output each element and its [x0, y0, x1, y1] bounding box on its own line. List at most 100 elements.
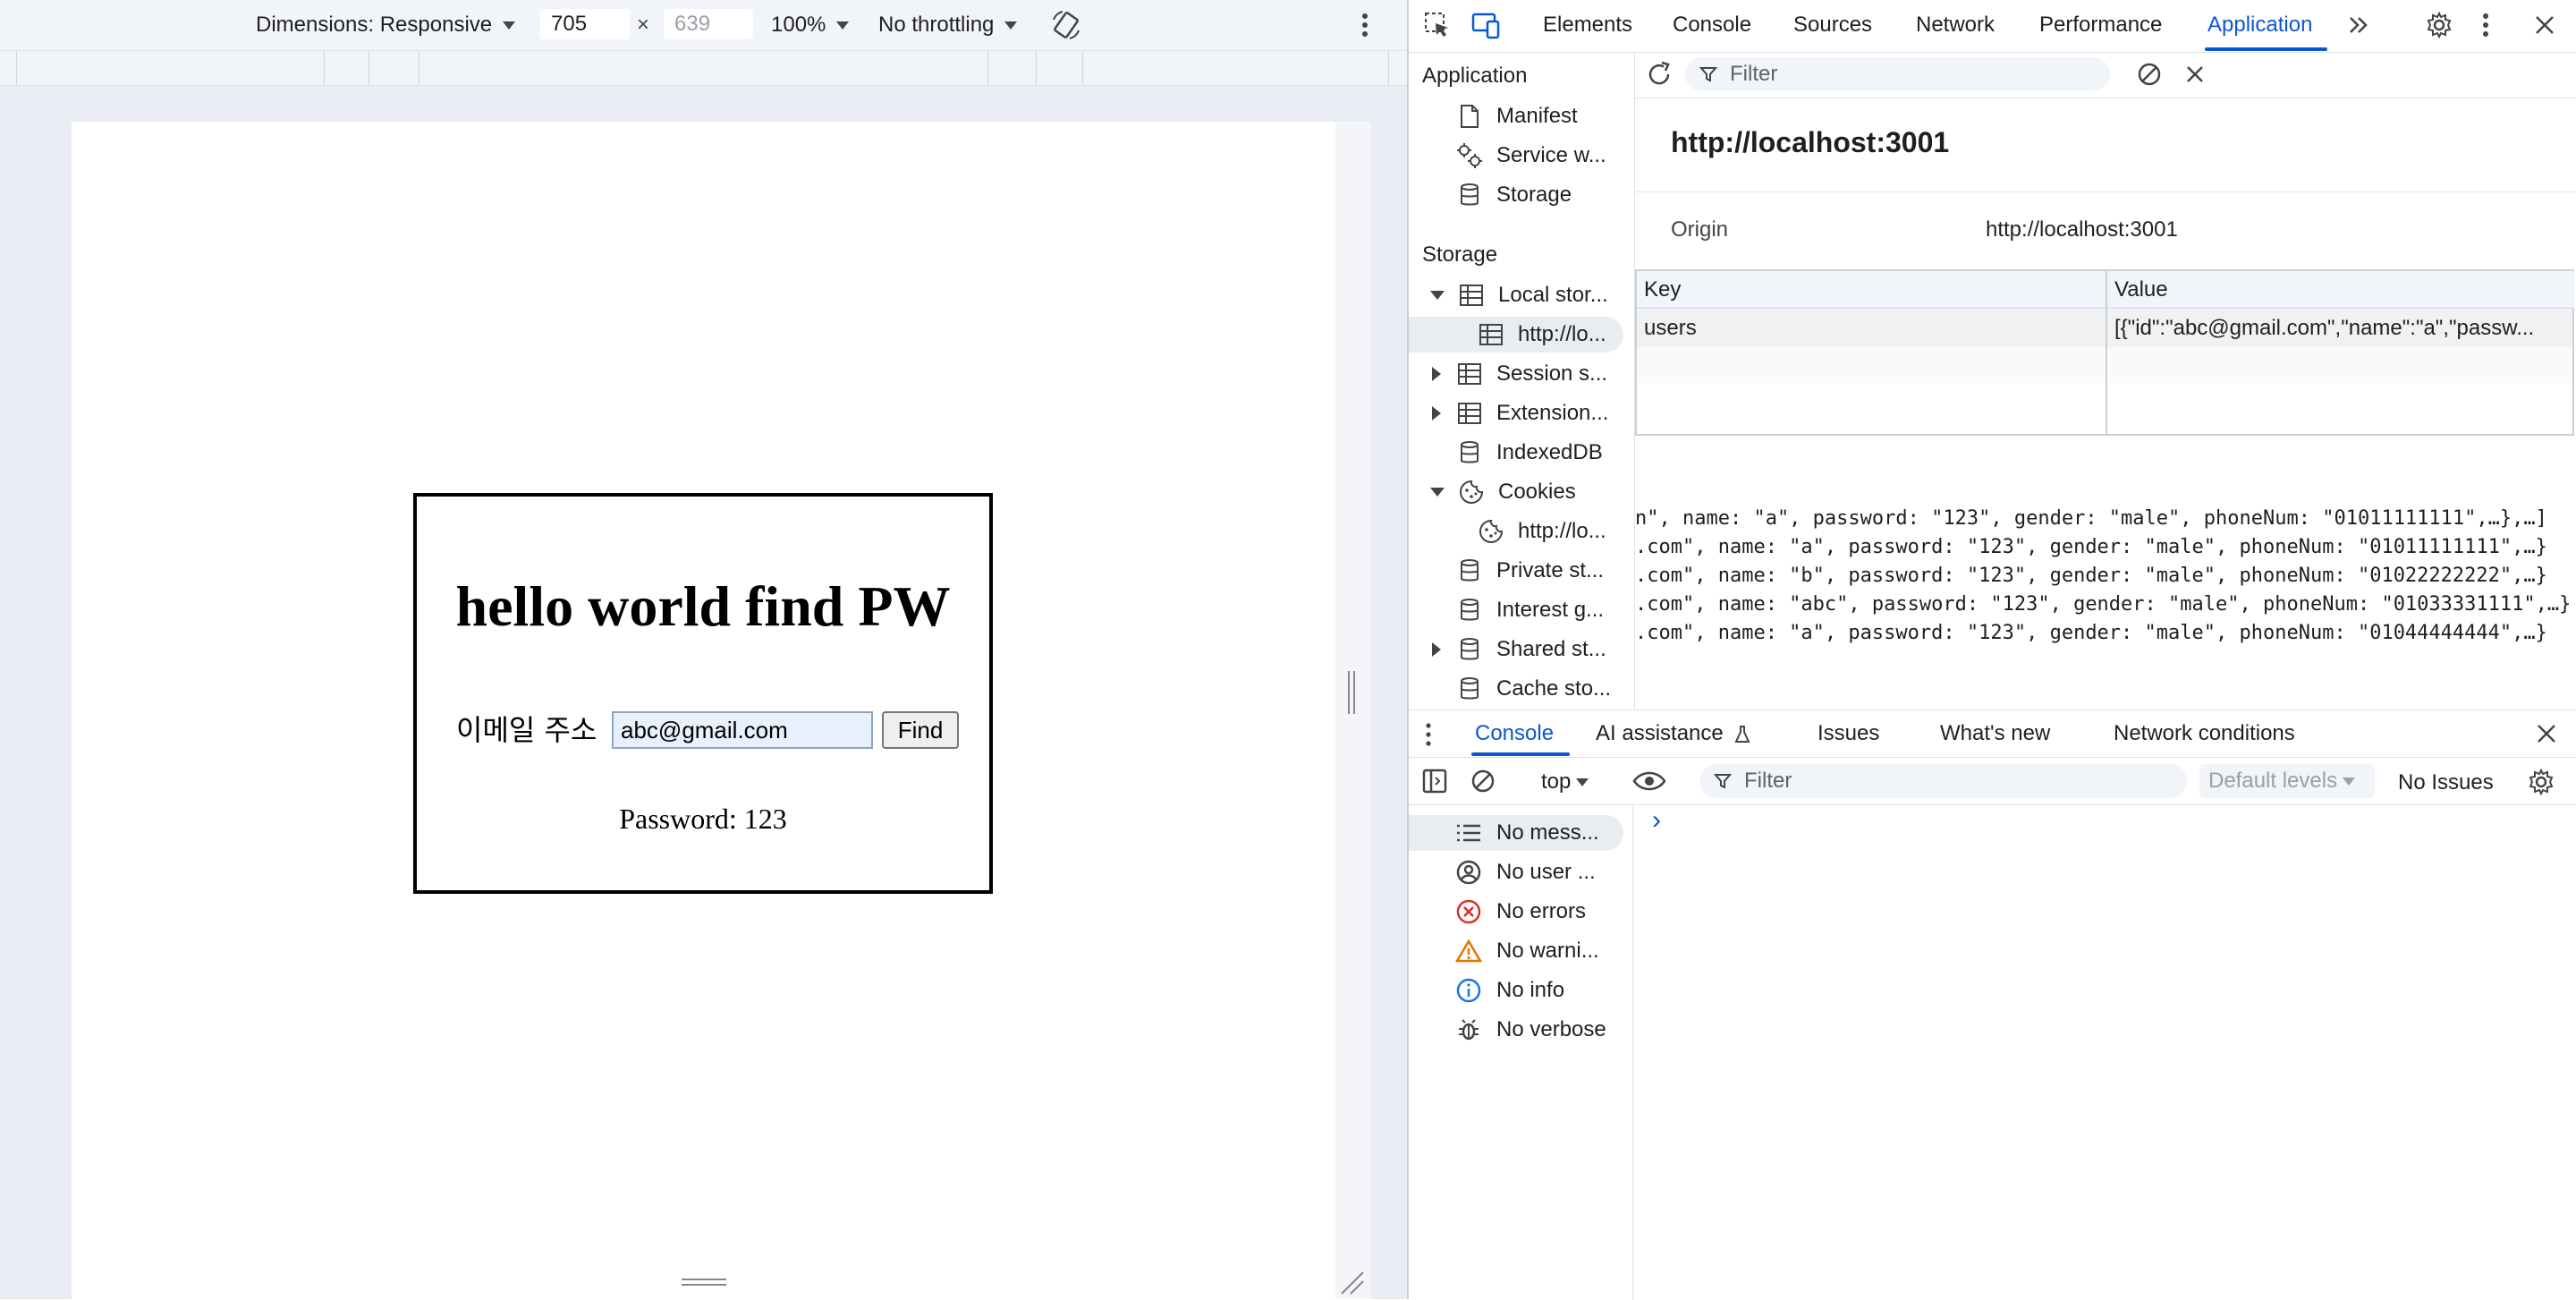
- drawer-tab-whats-new[interactable]: What's new: [1940, 721, 2050, 746]
- more-options-icon[interactable]: [1358, 11, 1372, 39]
- tab-console[interactable]: Console: [1673, 13, 1751, 38]
- console-prompt[interactable]: ›: [1652, 805, 1661, 836]
- expand-triangle-icon[interactable]: [1432, 642, 1441, 657]
- application-sidebar: Application Manifest Service w... Storag…: [1409, 53, 1635, 709]
- tab-network[interactable]: Network: [1916, 13, 1995, 38]
- drawer-tab-console[interactable]: Console: [1475, 721, 1554, 746]
- table-icon: [1477, 320, 1505, 349]
- zoom-dropdown[interactable]: 100%: [771, 12, 850, 38]
- chevron-down-icon: [503, 21, 516, 30]
- console-sidebar: No mess... No user ... No errors No warn…: [1409, 805, 1633, 1300]
- column-header-value[interactable]: Value: [2107, 271, 2574, 309]
- tab-elements[interactable]: Elements: [1543, 13, 1632, 38]
- customize-menu-icon[interactable]: [2479, 11, 2493, 39]
- resize-handle-bottom-icon[interactable]: [680, 1276, 728, 1288]
- console-filter-errors[interactable]: No errors: [1409, 894, 1623, 930]
- console-filter-verbose[interactable]: No verbose: [1409, 1012, 1623, 1048]
- sidebar-item-label: Cache sto...: [1496, 676, 1612, 701]
- tab-application[interactable]: Application: [2207, 13, 2312, 38]
- clear-console-icon[interactable]: [1470, 768, 1496, 794]
- more-tabs-icon[interactable]: [2346, 13, 2371, 38]
- expand-triangle-icon[interactable]: [1430, 291, 1445, 300]
- console-settings-gear-icon[interactable]: [2527, 768, 2555, 796]
- console-filter-messages[interactable]: No mess...: [1409, 815, 1623, 851]
- sidebar-item-interest-groups[interactable]: Interest g...: [1455, 592, 1604, 628]
- drawer-tab-network-conditions[interactable]: Network conditions: [2114, 721, 2295, 746]
- gears-icon: [1455, 141, 1484, 170]
- table-cell-value[interactable]: [{"id":"abc@gmail.com","name":"a","passw…: [2107, 310, 2572, 347]
- console-filter-warnings[interactable]: No warni...: [1409, 933, 1623, 969]
- sidebar-item-session-storage[interactable]: Session s...: [1430, 356, 1607, 392]
- sidebar-item-cookies-origin[interactable]: http://lo...: [1477, 514, 1606, 549]
- context-selector[interactable]: top: [1541, 769, 1589, 794]
- console-filter-input[interactable]: Filter: [1699, 764, 2187, 798]
- tab-sources[interactable]: Sources: [1793, 13, 1872, 38]
- drawer-tab-ai-assistance[interactable]: AI assistance: [1596, 721, 1750, 746]
- expand-triangle-icon[interactable]: [1430, 488, 1445, 497]
- expand-triangle-icon[interactable]: [1432, 406, 1441, 421]
- origin-value: http://localhost:3001: [1986, 217, 2178, 242]
- viewport-width-input[interactable]: 705: [540, 9, 630, 39]
- issues-count[interactable]: No Issues: [2398, 770, 2494, 795]
- storage-filter-input[interactable]: Filter: [1685, 57, 2110, 91]
- sidebar-item-local-storage[interactable]: Local stor...: [1430, 277, 1608, 313]
- resize-corner-icon[interactable]: [1338, 1270, 1365, 1296]
- delete-selected-icon[interactable]: [2182, 62, 2207, 87]
- console-filter-user-messages[interactable]: No user ...: [1409, 854, 1623, 890]
- live-expression-eye-icon[interactable]: [1632, 769, 1666, 794]
- cookie-icon: [1457, 478, 1486, 506]
- email-input[interactable]: abc@gmail.com: [612, 711, 873, 749]
- chevron-down-icon: [1576, 777, 1589, 786]
- dimensions-dropdown[interactable]: Dimensions: Responsive: [256, 12, 516, 38]
- table-row-empty: [1637, 347, 2572, 383]
- sidebar-item-indexeddb[interactable]: IndexedDB: [1455, 435, 1603, 471]
- column-header-key[interactable]: Key: [1637, 271, 2106, 309]
- table-icon: [1455, 360, 1484, 388]
- drawer-tab-issues[interactable]: Issues: [1818, 721, 1879, 746]
- log-levels-dropdown[interactable]: Default levels: [2199, 764, 2375, 798]
- table-icon: [1457, 281, 1486, 310]
- console-filter-info[interactable]: No info: [1409, 973, 1623, 1008]
- close-drawer-icon[interactable]: [2534, 721, 2559, 746]
- sidebar-item-label: Storage: [1496, 183, 1572, 207]
- filter-placeholder: Filter: [1744, 769, 1792, 793]
- sidebar-item-label: Private st...: [1496, 558, 1605, 582]
- device-toolbar-toggle-icon[interactable]: [1470, 11, 1502, 39]
- rotate-icon[interactable]: [1050, 9, 1082, 41]
- console-toolbar: top Filter Default levels No Issues: [1409, 758, 2576, 805]
- list-icon: [1455, 822, 1484, 844]
- sidebar-item-shared-storage[interactable]: Shared st...: [1430, 632, 1606, 667]
- resize-handle-right-icon[interactable]: [1346, 669, 1357, 716]
- table-cell-key[interactable]: users: [1637, 310, 2106, 347]
- clear-all-icon[interactable]: [2136, 61, 2163, 88]
- refresh-icon[interactable]: [1644, 59, 1674, 89]
- close-devtools-icon[interactable]: [2532, 13, 2557, 38]
- cookie-icon: [1477, 517, 1505, 546]
- storage-section-header: Storage: [1422, 242, 1498, 267]
- devtools-panel: Elements Console Sources Network Perform…: [1409, 0, 2576, 1300]
- viewport-height-input[interactable]: 639: [664, 9, 753, 39]
- sidebar-item-manifest[interactable]: Manifest: [1455, 98, 1578, 134]
- sidebar-toggle-icon[interactable]: [1421, 768, 1448, 794]
- settings-gear-icon[interactable]: [2425, 11, 2453, 39]
- divider: [1635, 191, 2576, 192]
- tab-performance[interactable]: Performance: [2039, 13, 2162, 38]
- media-query-ruler[interactable]: [0, 51, 1407, 86]
- sidebar-item-private-state-tokens[interactable]: Private st...: [1455, 553, 1604, 589]
- expand-triangle-icon[interactable]: [1432, 367, 1441, 381]
- sidebar-item-extension-storage[interactable]: Extension...: [1430, 395, 1608, 431]
- email-label: 이메일 주소: [456, 713, 597, 747]
- sidebar-item-cookies[interactable]: Cookies: [1430, 474, 1576, 510]
- sidebar-item-cache-storage[interactable]: Cache sto...: [1455, 671, 1611, 707]
- sidebar-item-label: Cookies: [1498, 480, 1576, 504]
- console-drawer: Console AI assistance Issues What's new …: [1409, 709, 2576, 1300]
- sidebar-item-service-workers[interactable]: Service w...: [1455, 138, 1606, 174]
- throttling-dropdown[interactable]: No throttling: [878, 12, 1018, 38]
- throttling-label: No throttling: [878, 13, 995, 37]
- sidebar-item-storage-overview[interactable]: Storage: [1455, 177, 1572, 213]
- sidebar-item-local-storage-origin[interactable]: http://lo...: [1409, 317, 1623, 353]
- find-button[interactable]: Find: [882, 711, 959, 749]
- drawer-menu-icon[interactable]: [1423, 721, 1434, 748]
- filter-icon: [1714, 772, 1732, 790]
- inspect-element-icon[interactable]: [1423, 11, 1452, 39]
